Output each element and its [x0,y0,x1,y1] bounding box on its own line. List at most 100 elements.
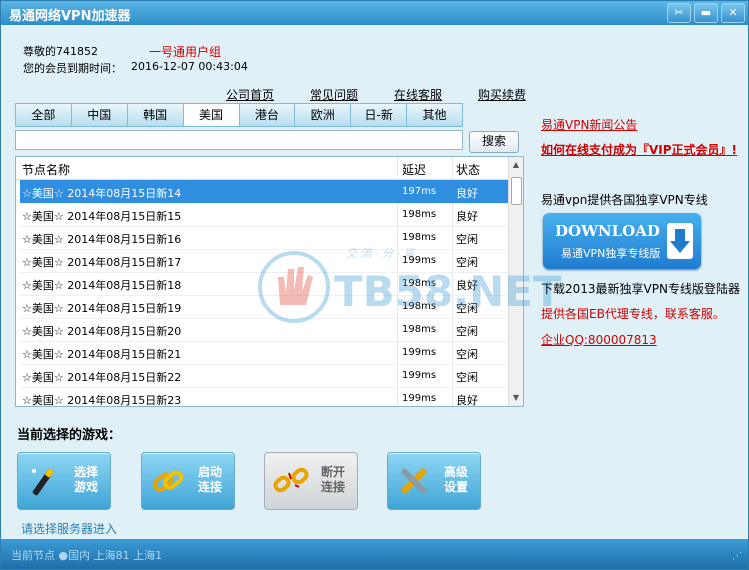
tab-all[interactable]: 全部 [15,103,72,127]
status-cell: 空闲 [456,325,478,338]
hint-text: 请选择服务器进入 [21,522,118,536]
eb-proxy-text: 提供各国EB代理专线，联系客服。 [541,307,725,321]
node-name-cell: ☆美国☆ 2014年08月15日新14 [22,187,182,200]
tab-hk-tw[interactable]: 港台 [239,103,296,127]
node-name-cell: ☆美国☆ 2014年08月15日新17 [22,256,182,269]
table-header: 节点名称 延迟 状态 [16,157,509,180]
latency-cell: 199ms [402,255,437,266]
tab-usa[interactable]: 美国 [183,103,240,127]
node-name-cell: ☆美国☆ 2014年08月15日新22 [22,371,182,384]
status-text: 当前节点 ●国内 上海81 上海1 [11,549,163,562]
node-name-cell: ☆美国☆ 2014年08月15日新18 [22,279,182,292]
resize-grip-icon[interactable]: ⋰ [732,551,742,562]
header-status[interactable]: 状态 [456,161,480,178]
table-row[interactable]: ☆美国☆ 2014年08月15日新14 197ms 良好 [20,180,508,204]
status-cell: 空闲 [456,348,478,361]
table-row[interactable]: ☆美国☆ 2014年08月15日新17 199ms 空闲 [20,249,508,273]
scroll-down-icon[interactable]: ▼ [511,393,521,403]
download-sub: 易通VPN独享专线版 [561,247,661,260]
app-window: 易通网络VPN加速器 ✂ ▬ ✕ 尊敬的741852 一号通用户组 您的会员到期… [0,0,749,570]
download-arrow-icon [667,223,693,259]
node-name-cell: ☆美国☆ 2014年08月15日新19 [22,302,182,315]
latency-cell: 198ms [402,278,437,289]
status-cell: 空闲 [456,302,478,315]
start-connect-label-2: 连接 [197,480,222,494]
download-title: DOWNLOAD [555,222,660,240]
table-row[interactable]: ☆美国☆ 2014年08月15日新16 198ms 空闲 [20,226,508,250]
start-connect-button[interactable]: 启动 连接 [141,452,235,510]
link-faq[interactable]: 常见问题 [310,86,358,103]
download-banner[interactable]: DOWNLOAD 易通VPN独享专线版 [543,213,701,269]
scroll-up-icon[interactable]: ▲ [511,160,521,170]
link-qq[interactable]: 企业QQ:800007813 [541,331,657,348]
expiry-value: 2016-12-07 00:43:04 [131,60,248,73]
latency-cell: 199ms [402,347,437,358]
status-bar: 当前节点 ●国内 上海81 上海1 ⋰ [1,539,748,569]
search-button[interactable]: 搜索 [469,131,519,153]
select-game-button[interactable]: 选择 游戏 [17,452,111,510]
node-name-cell: ☆美国☆ 2014年08月15日新16 [22,233,182,246]
user-group: 一号通用户组 [149,45,222,59]
latency-cell: 197ms [402,186,437,197]
tab-japan-singapore[interactable]: 日-新 [351,103,408,127]
advanced-settings-label-2: 设置 [443,480,468,494]
table-row[interactable]: ☆美国☆ 2014年08月15日新21 199ms 空闲 [20,341,508,365]
select-game-label-2: 游戏 [73,480,98,494]
link-news[interactable]: 易通VPN新闻公告 [541,116,637,133]
latency-cell: 199ms [402,393,437,404]
table-row[interactable]: ☆美国☆ 2014年08月15日新22 199ms 空闲 [20,364,508,388]
start-connect-label-1: 启动 [197,465,222,479]
table-scrollbar[interactable]: ▲ ▼ [508,157,523,406]
disconnect-label-2: 连接 [320,480,345,494]
title-bar[interactable]: 易通网络VPN加速器 ✂ ▬ ✕ [1,1,748,25]
latency-cell: 198ms [402,301,437,312]
header-latency[interactable]: 延迟 [402,161,426,178]
tab-china[interactable]: 中国 [71,103,128,127]
link-buy-renew[interactable]: 购买续费 [478,86,526,103]
table-row[interactable]: ☆美国☆ 2014年08月15日新20 198ms 空闲 [20,318,508,342]
status-cell: 良好 [456,187,478,200]
node-name-cell: ☆美国☆ 2014年08月15日新21 [22,348,182,361]
link-online-support[interactable]: 在线客服 [394,86,442,103]
latency-cell: 198ms [402,209,437,220]
tab-other[interactable]: 其他 [407,103,463,127]
latency-cell: 198ms [402,232,437,243]
tab-korea[interactable]: 韩国 [127,103,184,127]
window-title: 易通网络VPN加速器 [9,9,131,24]
link-pay-vip[interactable]: 如何在线支付成为『VIP正式会员』! [541,141,737,158]
advanced-settings-button[interactable]: 高级 设置 [387,452,481,510]
select-game-label-1: 选择 [73,465,98,479]
node-name-cell: ☆美国☆ 2014年08月15日新15 [22,210,182,223]
latency-cell: 198ms [402,324,437,335]
chain-link-icon [152,470,184,492]
expiry-label: 您的会员到期时间： [23,62,122,75]
node-name-cell: ☆美国☆ 2014年08月15日新20 [22,325,182,338]
latency-cell: 199ms [402,370,437,381]
scroll-thumb[interactable] [511,177,522,205]
search-input[interactable] [15,130,463,150]
disconnect-label-1: 断开 [320,465,345,479]
header-node-name[interactable]: 节点名称 [22,161,70,178]
status-cell: 良好 [456,394,478,407]
close-icon[interactable]: ✕ [721,3,745,23]
broken-link-icon [273,467,309,493]
download-note: 下载2013最新独享VPN专线版登陆器 [541,282,740,296]
table-row[interactable]: ☆美国☆ 2014年08月15日新15 198ms 良好 [20,203,508,227]
link-company-home[interactable]: 公司首页 [226,86,274,103]
table-row[interactable]: ☆美国☆ 2014年08月15日新18 198ms 良好 [20,272,508,296]
status-cell: 空闲 [456,233,478,246]
advanced-settings-label-1: 高级 [443,465,468,479]
status-cell: 良好 [456,279,478,292]
status-cell: 良好 [456,210,478,223]
current-game-label: 当前选择的游戏： [17,428,122,443]
table-row[interactable]: ☆美国☆ 2014年08月15日新19 198ms 空闲 [20,295,508,319]
status-cell: 空闲 [456,256,478,269]
tools-icon [401,468,427,494]
settings-icon[interactable]: ✂ [667,3,691,23]
minimize-icon[interactable]: ▬ [694,3,718,23]
node-name-cell: ☆美国☆ 2014年08月15日新23 [22,394,182,407]
disconnect-button[interactable]: 断开 连接 [264,452,358,510]
tab-europe[interactable]: 欧洲 [295,103,352,127]
dedicated-text: 易通vpn提供各国独享VPN专线 [541,193,708,207]
table-row[interactable]: ☆美国☆ 2014年08月15日新23 199ms 良好 [20,387,508,407]
